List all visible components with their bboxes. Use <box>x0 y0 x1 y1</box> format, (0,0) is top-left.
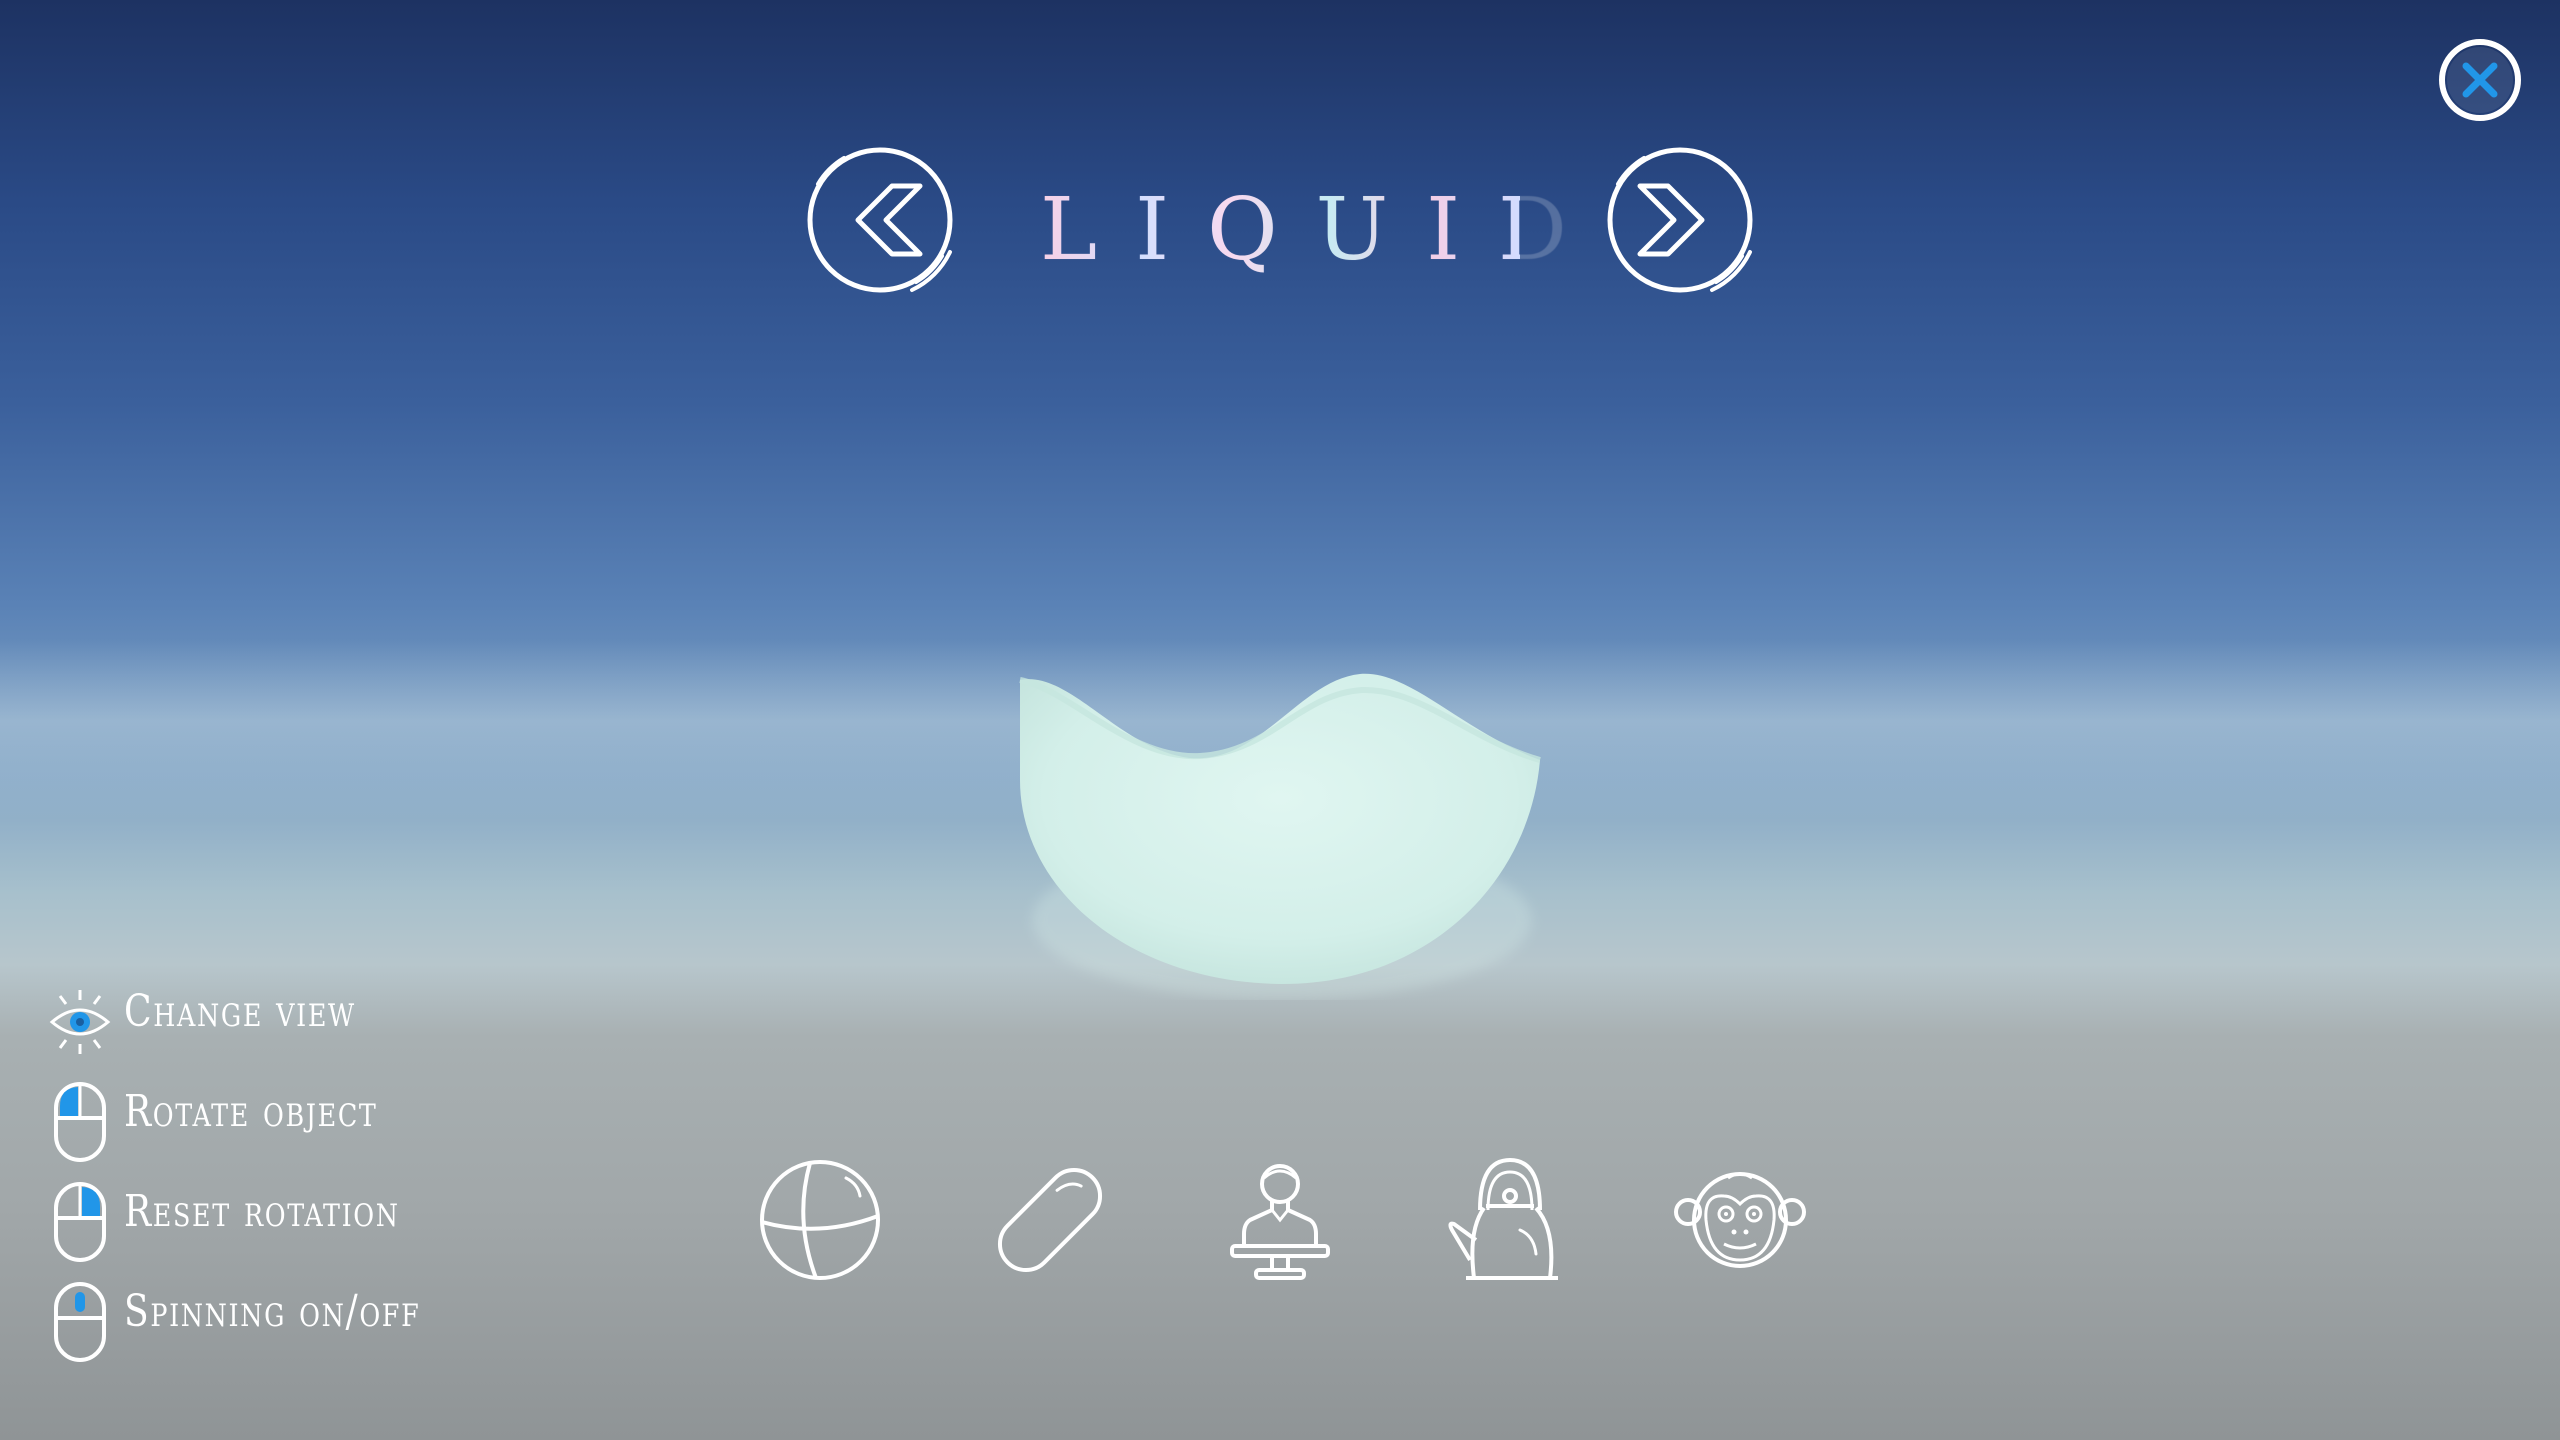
liquid-shape <box>1019 673 1541 1000</box>
capsule-icon <box>997 1167 1103 1273</box>
bust-icon <box>1230 1164 1330 1280</box>
mouse-left-click-icon <box>54 1082 106 1162</box>
chevron-left-circle-icon <box>807 147 953 293</box>
sphere-icon <box>760 1160 880 1280</box>
shape-monkey-button[interactable] <box>1670 1150 1810 1290</box>
liquid-preview-object[interactable] <box>1000 660 1560 1000</box>
shape-teapot-button[interactable] <box>1440 1150 1580 1290</box>
control-label: Reset rotation <box>124 1186 400 1237</box>
control-label: Change view <box>124 986 356 1037</box>
mouse-right-click-icon <box>54 1182 106 1262</box>
previous-button[interactable] <box>800 140 960 300</box>
eye-icon <box>49 990 111 1054</box>
shape-selector <box>750 1150 1820 1290</box>
shape-capsule-button[interactable] <box>980 1150 1120 1290</box>
shape-sphere-button[interactable] <box>750 1150 890 1290</box>
mouse-scroll-wheel-icon <box>54 1282 106 1362</box>
close-circle-icon <box>2439 39 2521 121</box>
chevron-right-circle-icon <box>1607 147 1753 293</box>
monkey-icon <box>1674 1172 1806 1268</box>
control-label: Spinning on/off <box>124 1286 421 1337</box>
teapot-icon <box>1448 1157 1558 1280</box>
control-label: Rotate object <box>124 1086 378 1137</box>
close-button[interactable] <box>2438 38 2522 122</box>
shape-bust-button[interactable] <box>1210 1150 1350 1290</box>
page-title: LIQUID <box>1040 170 1567 290</box>
next-button[interactable] <box>1600 140 1760 300</box>
